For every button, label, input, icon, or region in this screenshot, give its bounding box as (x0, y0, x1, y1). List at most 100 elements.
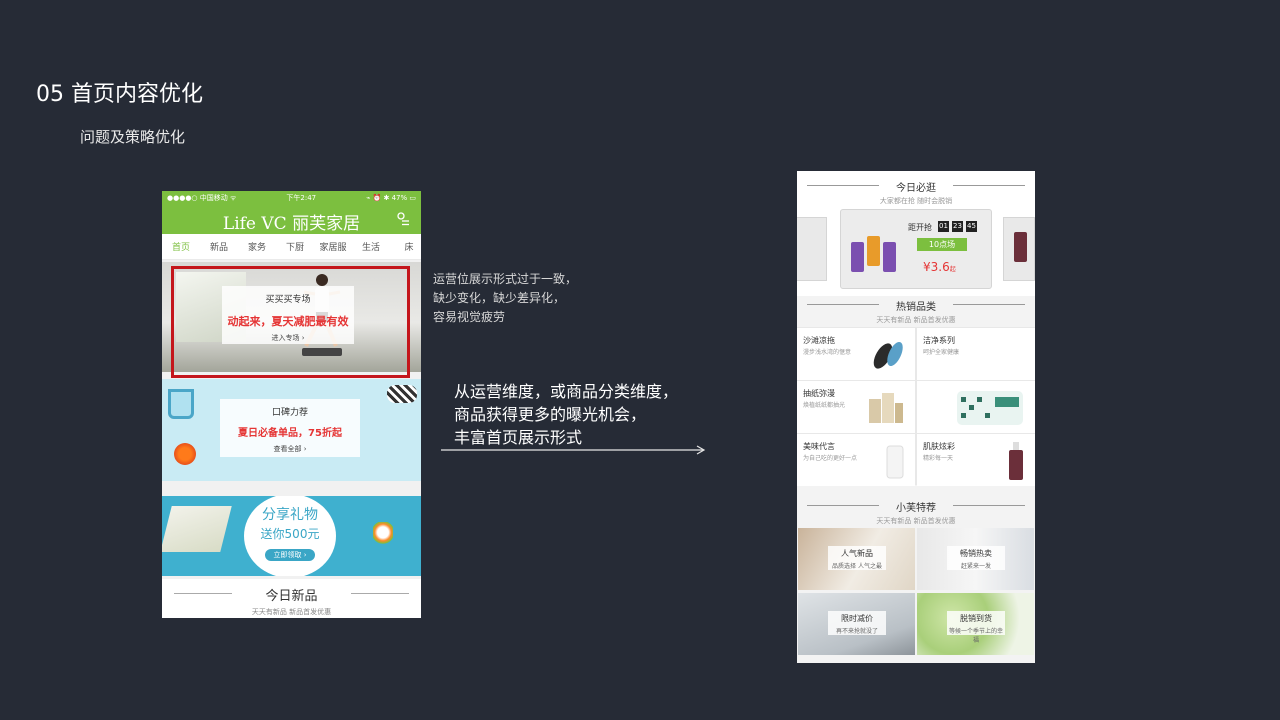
recommend-desc: 再不来抢就没了 (835, 628, 878, 635)
strategy-note: 从运营维度，或商品分类维度， 商品获得更多的曝光机会， 丰富首页展示形式 (454, 380, 678, 449)
side-deal-card-left[interactable] (797, 217, 827, 281)
divider (807, 185, 879, 186)
category-desc: 为自己吃的更好一点 (803, 455, 858, 462)
arrow-right-icon (441, 445, 706, 455)
recommend-name: 人气新品 (841, 549, 873, 558)
claim-button[interactable]: 立即领取 › (265, 549, 315, 561)
countdown-seconds: 45 (966, 221, 977, 232)
banner-summer-cta[interactable]: 查看全部 › (220, 444, 360, 454)
banner-gift[interactable]: 分享礼物 送你500元 立即领取 › (162, 496, 421, 576)
new-products-section: 今日新品 天天有新品 新品首发优惠 (162, 579, 421, 618)
category-cell[interactable]: 抽纸弥漫 焕植纸纸都抽光 (797, 381, 915, 433)
banner-summer-title: 口碑力荐 (271, 408, 308, 418)
tab-bed[interactable]: 床 (390, 240, 421, 253)
status-bar: ●●●●○ 中国移动 ᯤ 下午2:47 ⌁ ⏰ ✱ 47% ▭ (162, 191, 421, 204)
category-desc: 呵护全家健康 (923, 349, 960, 356)
tab-life[interactable]: 生活 (352, 240, 390, 253)
recommend-tile[interactable]: 畅销热卖 赶紧来一发 (917, 528, 1034, 590)
tab-homewear[interactable]: 家居服 (314, 240, 352, 253)
slipper-image (873, 341, 903, 369)
countdown-minutes: 23 (952, 221, 963, 232)
tab-housework[interactable]: 家务 (238, 240, 276, 253)
category-cell[interactable]: 美味代言 为自己吃的更好一点 (797, 434, 915, 486)
recommend-label: 脱销到货 等候一个季节上的幸福 (947, 611, 1005, 644)
tissue-box-image (869, 393, 903, 423)
slipper-image (387, 385, 417, 403)
status-carrier: ●●●●○ 中国移动 ᯤ (167, 193, 237, 202)
phone-before: ●●●●○ 中国移动 ᯤ 下午2:47 ⌁ ⏰ ✱ 47% ▭ Life VC … (162, 191, 421, 618)
category-name: 沙滩凉拖 (803, 336, 835, 345)
menu-icon[interactable] (397, 212, 409, 226)
today-header: 今日必逛 大家都在抢 随时会脱销 (797, 179, 1035, 206)
new-products-title: 今日新品 (265, 589, 318, 604)
divider (807, 505, 879, 506)
problem-note: 运营位展示形式过于一致， 缺少变化，缺少差异化， 容易视觉疲劳 (433, 270, 577, 327)
category-cell[interactable] (917, 381, 1035, 433)
category-name: 洁净系列 (923, 336, 955, 345)
banner-gift-line2: 送你500元 (260, 527, 320, 541)
banner-summer[interactable]: 口碑力荐 夏日必备单品，75折起 查看全部 › (162, 379, 421, 481)
slide-title: 05 首页内容优化 (36, 82, 203, 107)
bottle-image (851, 242, 864, 272)
new-products-subtitle: 天天有新品 新品首发优惠 (251, 608, 332, 616)
recommend-name: 畅销热卖 (960, 549, 992, 558)
bottle-image (1014, 232, 1027, 262)
recommend-name: 限时减价 (841, 614, 873, 623)
side-deal-card-right[interactable] (1003, 217, 1035, 281)
wipes-pack-image (957, 391, 1023, 425)
category-name: 抽纸弥漫 (803, 389, 835, 398)
tab-home[interactable]: 首页 (162, 240, 200, 253)
problem-note-line: 容易视觉疲劳 (433, 310, 506, 324)
recommend-tile[interactable]: 限时减价 再不来抢就没了 (798, 593, 915, 655)
problem-note-line: 缺少变化，缺少差异化， (433, 291, 566, 305)
session-tag: 10点场 (917, 238, 967, 251)
category-tabs: 首页 新品 家务 下厨 家居服 生活 床 (162, 234, 421, 260)
category-cell[interactable]: 肌肤炫彩 精彩每一天 (917, 434, 1035, 486)
recommend-desc: 品质选择 人气之最 (832, 563, 882, 570)
price-suffix: 起 (949, 266, 956, 273)
divider (807, 304, 879, 305)
strategy-note-line: 商品获得更多的曝光机会， (454, 405, 647, 424)
divider (953, 505, 1025, 506)
recommend-header: 小芙特荐 天天有新品 新品首发优惠 (797, 499, 1035, 526)
recommend-tile[interactable]: 脱销到货 等候一个季节上的幸福 (917, 593, 1034, 655)
bottle-image (867, 236, 880, 266)
divider (953, 304, 1025, 305)
recommend-subtitle: 天天有新品 新品首发优惠 (876, 517, 956, 525)
price-value: ¥3.6 (923, 260, 950, 274)
flower-vase-image (373, 522, 393, 548)
hot-title: 热销品类 (896, 302, 936, 313)
recommend-desc: 赶紧来一发 (960, 563, 991, 570)
category-desc: 精彩每一天 (923, 455, 954, 462)
problem-note-line: 运营位展示形式过于一致， (433, 272, 578, 286)
tab-kitchen[interactable]: 下厨 (276, 240, 314, 253)
divider (174, 593, 232, 594)
recommend-label: 人气新品 品质选择 人气之最 (828, 546, 886, 570)
status-time: 下午2:47 (286, 193, 317, 202)
strategy-note-line: 从运营维度，或商品分类维度， (454, 382, 679, 401)
food-container-image (886, 445, 904, 479)
recommend-tile[interactable]: 人气新品 品质选择 人气之最 (798, 528, 915, 590)
today-subtitle: 大家都在抢 随时会脱销 (879, 197, 953, 205)
slide-subtitle: 问题及策略优化 (80, 128, 186, 146)
glass-image (168, 389, 194, 419)
problem-highlight-box (171, 266, 410, 378)
flower-image (174, 443, 196, 465)
recommend-desc: 等候一个季节上的幸福 (948, 628, 1003, 644)
hot-subtitle: 天天有新品 新品首发优惠 (876, 316, 956, 324)
category-cell[interactable]: 沙滩凉拖 漫步浅水湾的惬意 (797, 328, 915, 380)
app-header: Life VC 丽芙家居 (162, 204, 421, 234)
tab-new[interactable]: 新品 (200, 240, 238, 253)
deal-price: ¥3.6起 (923, 260, 956, 274)
recommend-title: 小芙特荐 (896, 503, 936, 514)
flash-deal-card[interactable]: 距开抢 01 23 45 10点场 ¥3.6起 (840, 209, 992, 289)
divider (351, 593, 409, 594)
skincare-bottle-image (1009, 442, 1023, 480)
banner-summer-card: 口碑力荐 夏日必备单品，75折起 查看全部 › (220, 399, 360, 457)
recommend-name: 脱销到货 (960, 614, 992, 623)
category-name: 肌肤炫彩 (923, 442, 955, 451)
category-cell[interactable]: 洁净系列 呵护全家健康 (917, 328, 1035, 380)
today-section: 今日必逛 大家都在抢 随时会脱销 距开抢 01 23 45 10点场 ¥3.6起 (797, 171, 1035, 296)
status-battery: ⌁ ⏰ ✱ 47% ▭ (366, 193, 416, 202)
hot-categories-grid: 沙滩凉拖 漫步浅水湾的惬意 洁净系列 呵护全家健康 抽纸弥漫 焕植纸纸都抽光 美… (797, 327, 1035, 486)
